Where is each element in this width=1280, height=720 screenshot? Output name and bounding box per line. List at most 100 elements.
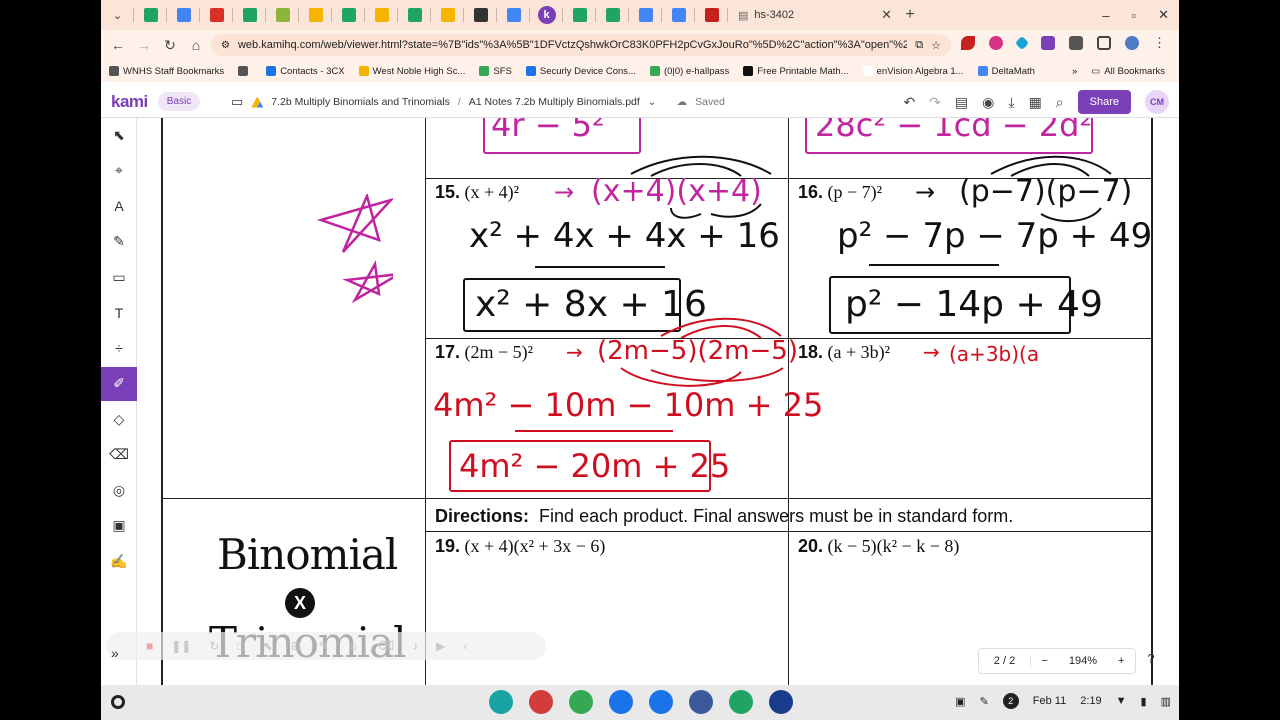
tab-a-2[interactable] <box>200 0 233 30</box>
bookmark-item[interactable] <box>238 66 252 76</box>
all-bookmarks[interactable]: ▭ All Bookmarks <box>1091 66 1165 77</box>
document-icon[interactable]: ▤ <box>955 94 968 111</box>
view-eye-icon[interactable]: ◉ <box>982 94 994 111</box>
reload-icon[interactable]: ↻ <box>157 37 183 54</box>
text-box-tool-icon[interactable]: T <box>101 296 137 330</box>
eraser-tool-icon[interactable]: ⌫ <box>101 438 137 472</box>
address-bar[interactable]: ⚙ web.kamihq.com/web/viewer.html?state=%… <box>211 34 951 56</box>
tab-b-4[interactable] <box>695 0 728 30</box>
back-icon[interactable]: ← <box>105 37 131 53</box>
mic-off-icon[interactable]: ♪ <box>412 639 418 653</box>
bookmark-item[interactable]: (0|0) e-hallpass <box>649 66 729 77</box>
tab-a-8[interactable] <box>398 0 431 30</box>
kami-logo[interactable]: kami <box>111 92 148 112</box>
tab-a-9[interactable] <box>431 0 464 30</box>
stop-icon[interactable]: □ <box>237 639 244 653</box>
share-button[interactable]: Share <box>1077 90 1131 114</box>
document-view[interactable]: 4r − 5² 28c² − 1cd − 2d² 15. (x + 4)² → … <box>137 118 1179 685</box>
minimize-icon[interactable]: – <box>1102 8 1109 23</box>
avatar[interactable]: CM <box>1145 90 1169 114</box>
restore-icon[interactable]: ▫ <box>1131 8 1136 23</box>
more-bookmarks-icon[interactable]: » <box>1072 66 1077 77</box>
tab-search-icon[interactable]: ⌄ <box>101 0 134 30</box>
folder-name[interactable]: 7.2b Multiply Binomials and Trinomials <box>271 96 450 108</box>
zoom-in-button[interactable]: + <box>1118 655 1124 667</box>
date[interactable]: Feb 11 <box>1033 695 1066 707</box>
profile-icon[interactable] <box>1125 36 1139 50</box>
drawing-tool-icon[interactable]: ✐ <box>101 366 137 401</box>
camera-app-icon[interactable] <box>489 690 513 714</box>
tab-a-7[interactable] <box>365 0 398 30</box>
restart-icon[interactable]: ↻ <box>209 639 219 653</box>
add-app-icon[interactable] <box>689 690 713 714</box>
extensions-puzzle-icon[interactable] <box>1097 36 1111 50</box>
home-icon[interactable]: ⌂ <box>183 37 209 53</box>
bookmark-item[interactable]: Free Printable Math... <box>743 66 849 77</box>
tab-current[interactable]: ▤ hs-3402 ✕ <box>728 0 898 30</box>
clock[interactable]: 2:19 <box>1080 695 1101 707</box>
highlight-tool-icon[interactable]: ✎ <box>101 225 137 259</box>
zoom-out-button[interactable]: − <box>1041 655 1047 667</box>
clipboard-icon[interactable]: ▣ <box>955 695 965 708</box>
add-media-tool-icon[interactable]: ◎ <box>101 473 137 507</box>
paint-extension-icon[interactable] <box>989 36 1003 50</box>
expand-rail-icon[interactable]: » <box>111 645 119 661</box>
forward-icon[interactable]: → <box>131 37 157 53</box>
collapse-icon[interactable]: ‹ <box>463 639 467 653</box>
tab-b-1[interactable] <box>596 0 629 30</box>
search-icon[interactable]: ⌕ <box>1056 94 1064 111</box>
kami-extension-icon[interactable] <box>1041 36 1055 50</box>
tab-a-6[interactable] <box>332 0 365 30</box>
grid-icon[interactable]: ⊞ <box>291 639 301 653</box>
tab-a-5[interactable] <box>299 0 332 30</box>
tab-a-0[interactable] <box>134 0 167 30</box>
select-tool-icon[interactable]: ⬉ <box>101 118 137 152</box>
download-icon[interactable]: ⤓ <box>1008 94 1014 111</box>
tab-a-3[interactable] <box>233 0 266 30</box>
pause-icon[interactable]: ❚❚ <box>171 639 191 653</box>
comment-tool-icon[interactable]: ▭ <box>101 260 137 294</box>
notification-badge[interactable]: 2 <box>1002 693 1019 709</box>
help-button[interactable]: ? <box>1141 651 1161 671</box>
undo-icon[interactable]: ↶ <box>903 94 915 111</box>
tab-kami[interactable]: k <box>530 0 563 30</box>
pen-off-icon[interactable]: ✎ <box>319 639 329 653</box>
stylus-icon[interactable]: ✎ <box>980 695 989 708</box>
diamond-extension-icon[interactable] <box>1014 35 1030 51</box>
screen-share-icon[interactable]: ⧉ <box>915 39 923 52</box>
camera-off-icon[interactable]: ▶ <box>436 639 445 653</box>
bookmark-item[interactable]: SFS <box>479 66 512 77</box>
redo-icon[interactable]: ↷ <box>929 94 941 111</box>
epson-app-icon[interactable] <box>769 690 793 714</box>
shapes-tool-icon[interactable]: ◇ <box>101 402 137 436</box>
kami-app-icon[interactable] <box>649 690 673 714</box>
markup-tool-icon[interactable]: A <box>101 189 137 223</box>
close-window-icon[interactable]: ✕ <box>1158 7 1169 23</box>
tab-a-10[interactable] <box>464 0 497 30</box>
file-name[interactable]: A1 Notes 7.2b Multiply Binomials.pdf <box>469 96 640 108</box>
bookmark-item[interactable]: West Noble High Sc... <box>358 66 465 77</box>
record-icon[interactable]: ■ <box>146 639 153 653</box>
tab-a-1[interactable] <box>167 0 200 30</box>
site-info-icon[interactable]: ⚙ <box>221 40 230 51</box>
archive-icon[interactable]: ▭ <box>231 94 243 110</box>
bookmark-item[interactable]: DeltaMath <box>977 66 1035 77</box>
menu-kebab-icon[interactable]: ⋮ <box>1153 36 1167 50</box>
bookmark-item[interactable]: enVision Algebra 1... <box>862 66 964 77</box>
chevron-down-icon[interactable]: ⌄ <box>648 96 657 108</box>
bookmark-star-icon[interactable]: ☆ <box>931 39 941 52</box>
bookmark-item[interactable]: Contacts - 3CX <box>266 66 345 77</box>
cursor-icon[interactable]: ⬉ <box>263 639 273 653</box>
tab-b-2[interactable] <box>629 0 662 30</box>
tab-a-4[interactable] <box>266 0 299 30</box>
image-tool-icon[interactable]: ▣ <box>101 509 137 543</box>
equation-tool-icon[interactable]: ÷ <box>101 331 137 365</box>
text-select-tool-icon[interactable]: ⌖ <box>101 154 137 188</box>
eraser-icon[interactable]: ⌫ <box>377 639 394 653</box>
plan-badge[interactable]: Basic <box>157 92 201 111</box>
launcher-icon[interactable] <box>111 695 125 709</box>
tab-b-0[interactable] <box>563 0 596 30</box>
new-tab-button[interactable]: + <box>898 6 922 24</box>
tab-b-3[interactable] <box>662 0 695 30</box>
zoom-level[interactable]: 194% <box>1069 655 1097 667</box>
